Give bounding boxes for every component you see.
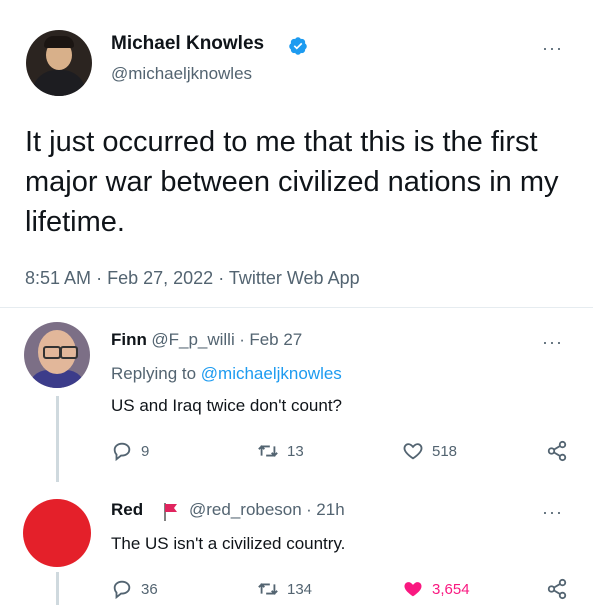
reply-meta: @red_robeson · 21h bbox=[189, 500, 345, 519]
reply-author-name[interactable]: Finn bbox=[111, 330, 147, 349]
reply-text: US and Iraq twice don't count? bbox=[111, 396, 342, 415]
tweet-meta: 8:51 AM · Feb 27, 2022 · Twitter Web App bbox=[25, 268, 360, 288]
share-button[interactable] bbox=[546, 440, 568, 462]
tweet-time[interactable]: 8:51 AM bbox=[25, 268, 91, 288]
reply-button[interactable]: 9 bbox=[111, 440, 149, 462]
reply-time[interactable]: Feb 27 bbox=[249, 330, 302, 349]
like-button[interactable]: 518 bbox=[402, 440, 457, 462]
author-name[interactable]: Michael Knowles bbox=[111, 33, 264, 55]
reply-avatar[interactable] bbox=[23, 499, 91, 567]
thread-line bbox=[56, 396, 59, 482]
more-icon[interactable]: ··· bbox=[542, 502, 563, 523]
reply-button[interactable]: 36 bbox=[111, 578, 158, 600]
reply-author-handle[interactable]: @red_robeson bbox=[189, 500, 302, 519]
heart-icon bbox=[404, 582, 422, 597]
reply-time[interactable]: 21h bbox=[316, 500, 344, 519]
reply-text: The US isn't a civilized country. bbox=[111, 534, 346, 553]
reply-icon bbox=[113, 442, 131, 462]
tweet-date[interactable]: Feb 27, 2022 bbox=[107, 268, 213, 288]
tweet-source[interactable]: Twitter Web App bbox=[229, 268, 360, 288]
retweet-button[interactable]: 134 bbox=[257, 578, 312, 600]
replying-to-link[interactable]: @michaeljknowles bbox=[201, 364, 342, 383]
share-icon bbox=[547, 440, 567, 462]
like-count: 3,654 bbox=[432, 580, 470, 598]
red-flag-icon bbox=[164, 503, 177, 521]
reply-author-name[interactable]: Red bbox=[111, 500, 143, 519]
author-avatar[interactable] bbox=[26, 30, 92, 96]
reply-count: 36 bbox=[141, 580, 158, 598]
retweet-count: 134 bbox=[287, 580, 313, 598]
verified-badge-icon bbox=[289, 37, 307, 55]
heart-icon bbox=[403, 443, 423, 460]
more-icon[interactable]: ··· bbox=[542, 332, 563, 353]
retweet-icon bbox=[258, 583, 278, 595]
reply-avatar[interactable] bbox=[24, 322, 90, 388]
divider bbox=[0, 307, 593, 308]
more-icon[interactable]: ··· bbox=[542, 38, 563, 59]
tweet-text: It just occurred to me that this is the … bbox=[25, 126, 559, 238]
reply-header: Red bbox=[111, 500, 143, 520]
author-handle[interactable]: @michaeljknowles bbox=[111, 64, 252, 84]
share-icon bbox=[547, 578, 567, 600]
like-button[interactable]: 3,654 bbox=[402, 578, 470, 600]
reply-icon bbox=[113, 580, 131, 600]
retweet-icon bbox=[258, 445, 278, 457]
like-count: 518 bbox=[432, 442, 458, 460]
retweet-button[interactable]: 13 bbox=[257, 440, 304, 462]
share-button[interactable] bbox=[546, 578, 568, 600]
reply-author-handle[interactable]: @F_p_willi bbox=[151, 330, 234, 349]
retweet-count: 13 bbox=[287, 442, 304, 460]
thread-line bbox=[56, 572, 59, 605]
reply-count: 9 bbox=[141, 442, 150, 460]
replying-to: Replying to @michaeljknowles bbox=[111, 364, 342, 383]
reply-header: Finn @F_p_willi · Feb 27 bbox=[111, 330, 303, 349]
